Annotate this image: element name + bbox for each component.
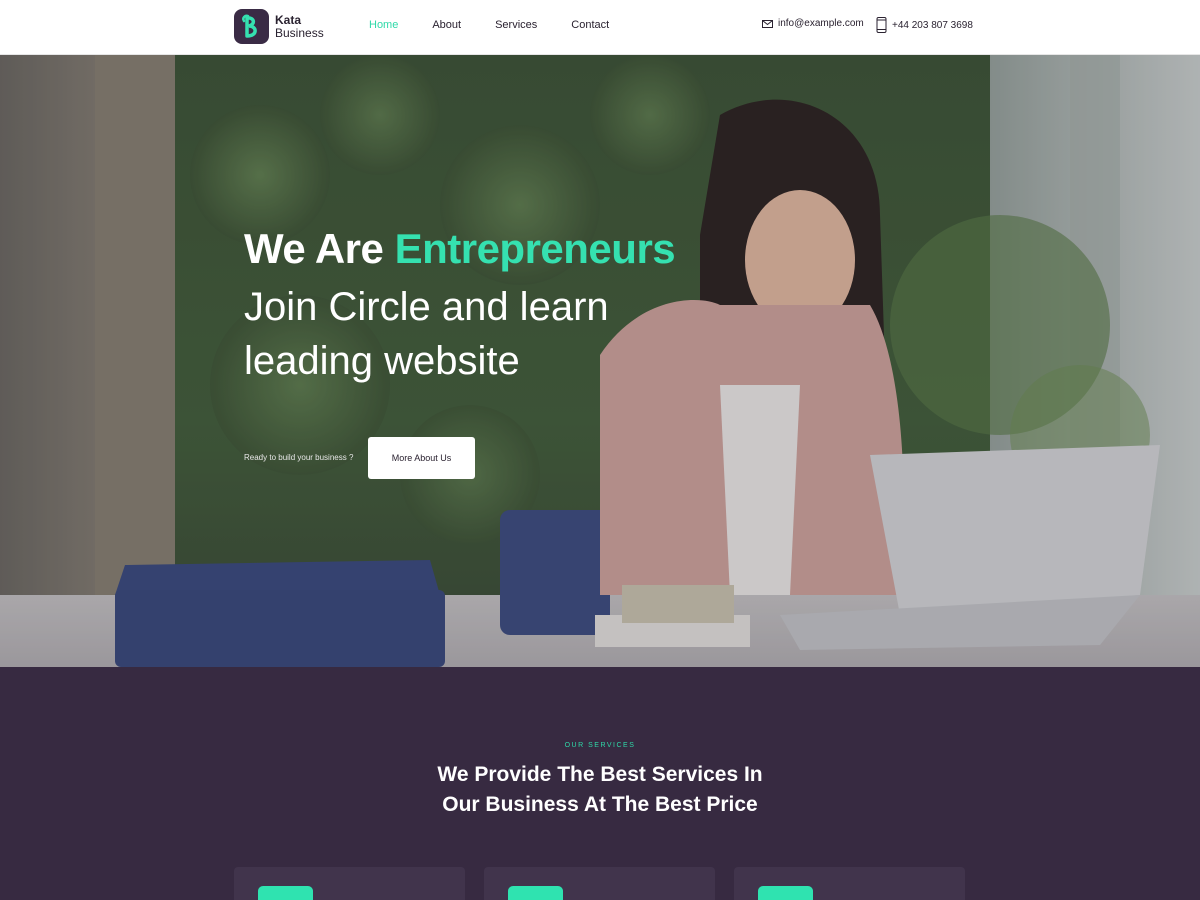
services-section: OUR SERVICES We Provide The Best Service…	[0, 667, 1200, 900]
service-card[interactable]	[734, 867, 965, 900]
envelope-icon	[762, 19, 773, 28]
hero-title-accent: Entrepreneurs	[394, 225, 676, 272]
site-header: Kata Business Home About Services Contac…	[0, 0, 1200, 55]
hero-subtitle: Join Circle and learn leading website	[244, 285, 609, 383]
contact-phone[interactable]: +44 203 807 3698	[876, 17, 973, 33]
nav-item-contact[interactable]: Contact	[571, 19, 609, 31]
contact-phone-text: +44 203 807 3698	[892, 19, 973, 31]
service-card[interactable]	[234, 867, 465, 900]
hero-title: We Are Entrepreneurs	[244, 225, 676, 273]
contact-email-text: info@example.com	[778, 18, 864, 29]
service-icon	[258, 886, 313, 900]
logo-name: Kata	[275, 12, 302, 27]
nav-item-about[interactable]: About	[432, 19, 461, 31]
hero-question: Ready to build your business ?	[244, 453, 354, 462]
nav-item-home[interactable]: Home	[369, 19, 398, 31]
service-icon	[508, 886, 563, 900]
hero-section: We Are Entrepreneurs Join Circle and lea…	[0, 55, 1200, 667]
services-heading-text: We Provide The Best Services In Our Busi…	[437, 763, 763, 816]
main-nav: Home About Services Contact	[369, 19, 643, 31]
more-about-us-button[interactable]: More About Us	[368, 437, 475, 479]
services-eyebrow: OUR SERVICES	[564, 742, 636, 749]
mobile-phone-icon	[876, 17, 887, 33]
service-icon	[758, 886, 813, 900]
services-heading: We Provide The Best Services In Our Busi…	[0, 760, 1200, 820]
logo-text: Kata Business	[275, 12, 324, 40]
logo-mark-icon	[234, 9, 269, 44]
site-logo[interactable]: Kata Business	[234, 9, 324, 44]
logo-tagline: Business	[275, 25, 324, 40]
service-card[interactable]	[484, 867, 715, 900]
hero-title-plain: We Are	[244, 225, 384, 272]
contact-email[interactable]: info@example.com	[762, 18, 864, 29]
nav-item-services[interactable]: Services	[495, 19, 537, 31]
